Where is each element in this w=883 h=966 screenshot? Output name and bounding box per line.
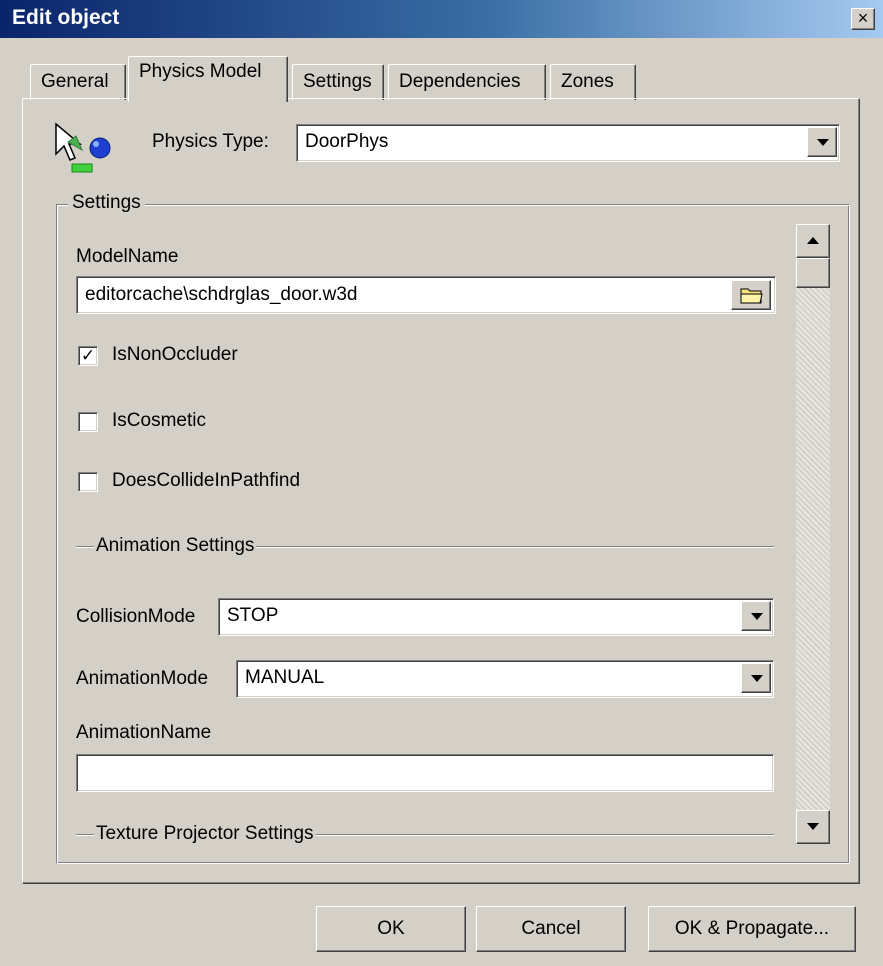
is-non-occluder-label: IsNonOccluder: [112, 344, 238, 365]
tab-physics-model[interactable]: Physics Model: [128, 56, 288, 102]
tab-general[interactable]: General: [30, 64, 126, 100]
animation-settings-label: Animation Settings: [94, 535, 257, 557]
texture-projector-settings-label: Texture Projector Settings: [94, 823, 316, 845]
scroll-down-button[interactable]: [796, 810, 830, 844]
tab-zones[interactable]: Zones: [550, 64, 636, 100]
window-title: Edit object: [12, 6, 120, 29]
physics-type-dropdown[interactable]: DoorPhys: [296, 124, 840, 162]
animation-mode-value: MANUAL: [245, 667, 325, 688]
scroll-up-button[interactable]: [796, 224, 830, 258]
cancel-button-label: Cancel: [521, 918, 581, 939]
tab-label: Physics Model: [139, 61, 262, 82]
does-collide-in-pathfind-checkbox[interactable]: [78, 472, 98, 492]
tab-settings[interactable]: Settings: [292, 64, 384, 100]
tab-dependencies[interactable]: Dependencies: [388, 64, 546, 100]
collision-mode-label: CollisionMode: [76, 606, 196, 627]
is-cosmetic-label: IsCosmetic: [112, 410, 206, 431]
scroll-thumb[interactable]: [796, 258, 830, 288]
model-name-field[interactable]: editorcache\schdrglas_door.w3d: [76, 276, 776, 314]
chevron-down-icon[interactable]: [807, 127, 837, 157]
tab-label: Settings: [303, 71, 372, 92]
browse-button[interactable]: [731, 280, 771, 310]
tab-label: General: [41, 71, 109, 92]
model-name-label: ModelName: [76, 246, 179, 267]
tab-label: Dependencies: [399, 71, 521, 92]
physics-type-label: Physics Type:: [152, 131, 269, 152]
animation-mode-dropdown[interactable]: MANUAL: [236, 660, 774, 698]
animation-name-label: AnimationName: [76, 722, 212, 743]
physics-model-icon: [55, 122, 111, 173]
collision-mode-dropdown[interactable]: STOP: [218, 598, 774, 636]
folder-icon: [740, 288, 763, 304]
tab-label: Zones: [561, 71, 614, 92]
settings-group-label: Settings: [68, 192, 145, 214]
collision-mode-value: STOP: [227, 605, 279, 626]
settings-scroll-area: ModelName editorcache\schdrglas_door.w3d…: [60, 216, 800, 850]
animation-mode-label: AnimationMode: [76, 668, 209, 689]
cancel-button[interactable]: Cancel: [476, 906, 626, 952]
animation-name-field[interactable]: [76, 754, 774, 792]
ok-propagate-button[interactable]: OK & Propagate...: [648, 906, 856, 952]
chevron-down-icon[interactable]: [741, 601, 771, 631]
checkmark-icon: ✓: [80, 346, 96, 365]
ok-button-label: OK: [377, 918, 405, 939]
title-bar: Edit object ×: [0, 0, 883, 38]
is-cosmetic-checkbox[interactable]: [78, 412, 98, 432]
edit-object-dialog: Edit object × General Physics Model Sett…: [0, 0, 883, 966]
ok-propagate-button-label: OK & Propagate...: [674, 918, 830, 939]
model-name-value: editorcache\schdrglas_door.w3d: [85, 284, 358, 305]
close-button[interactable]: ×: [851, 8, 875, 30]
ok-button[interactable]: OK: [316, 906, 466, 952]
does-collide-in-pathfind-label: DoesCollideInPathfind: [112, 470, 301, 491]
is-non-occluder-checkbox[interactable]: ✓: [78, 346, 98, 366]
close-icon: ×: [857, 8, 869, 28]
chevron-down-icon[interactable]: [741, 663, 771, 693]
physics-type-value: DoorPhys: [305, 131, 389, 152]
settings-scrollbar[interactable]: [796, 224, 830, 844]
